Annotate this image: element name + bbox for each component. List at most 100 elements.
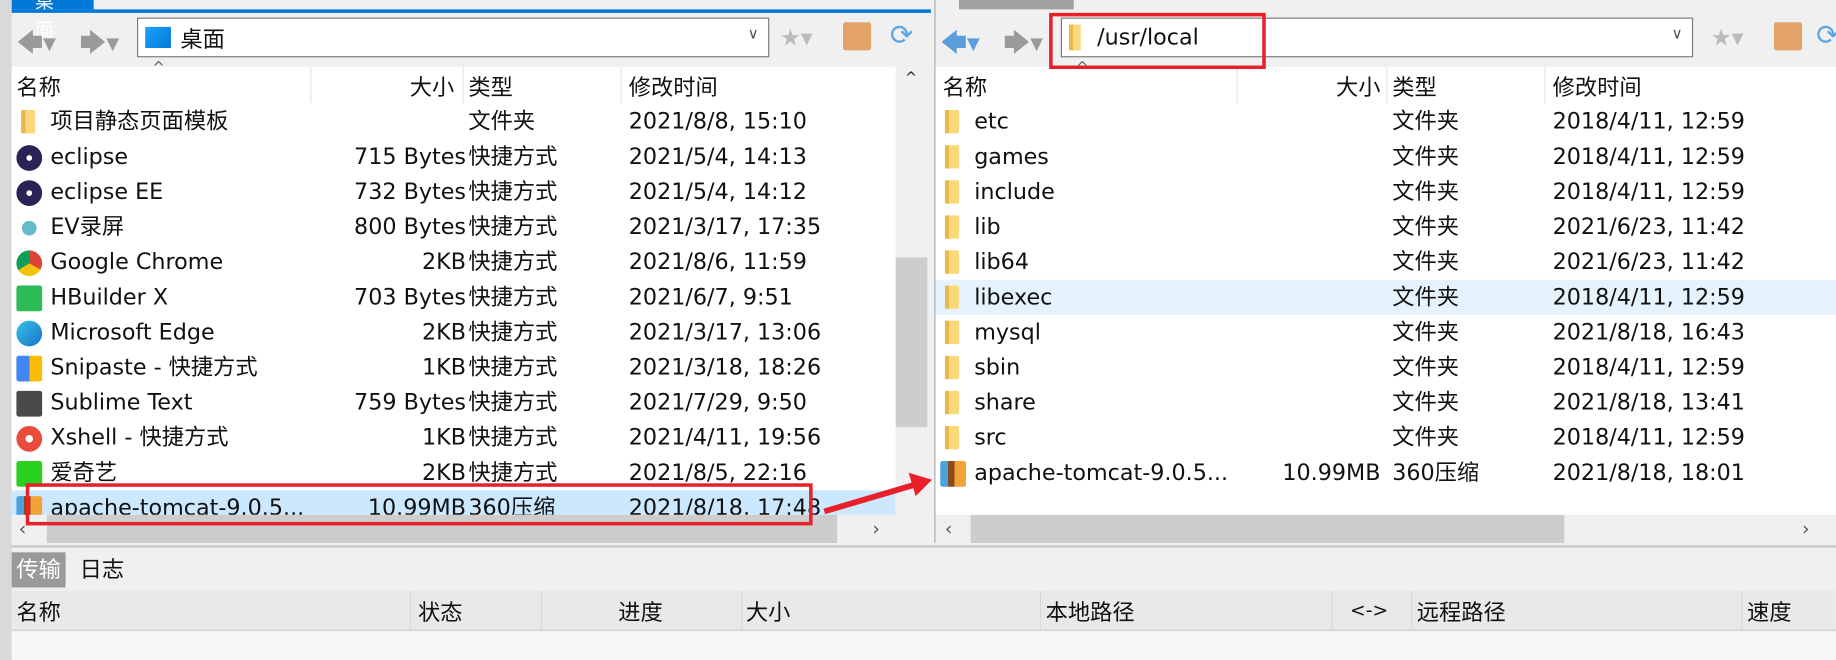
vertical-scrollbar[interactable]: ^ — [895, 66, 928, 515]
file-modified: 2021/6/23, 11:42 — [1552, 214, 1745, 240]
archive-icon — [940, 461, 966, 487]
file-row[interactable]: src 文件夹 2018/4/11, 12:59 — [936, 420, 1836, 455]
sftp-client-window: 桌面 🡄▾ 🡆▾ 桌面 ∨ ★▾ ⟳ 名称 ^ 大小 类型 修改时间 项目静态页… — [0, 0, 1836, 660]
column-direction[interactable]: <-> — [1350, 599, 1388, 621]
file-size: 759 Bytes — [354, 389, 467, 416]
bookmark-star-icon[interactable]: ★▾ — [1711, 23, 1744, 51]
file-name: share — [974, 389, 1036, 416]
back-icon[interactable]: 🡄▾ — [940, 23, 980, 67]
chevron-down-icon[interactable]: ∨ — [1671, 26, 1682, 44]
file-row[interactable]: share 文件夹 2021/8/18, 13:41 — [936, 385, 1836, 420]
file-type: 文件夹 — [1392, 354, 1459, 381]
column-name[interactable]: 名称 — [16, 596, 61, 628]
file-type: 文件夹 — [468, 108, 536, 135]
file-row[interactable]: Xshell - 快捷方式 1KB 快捷方式 2021/4/11, 19:56 — [12, 420, 896, 455]
tab-local-desktop[interactable]: 桌面 — [11, 0, 94, 41]
tab-label: 传输 — [16, 557, 61, 583]
file-type: 快捷方式 — [468, 354, 558, 381]
folder-icon — [944, 145, 959, 169]
file-name: Xshell - 快捷方式 — [50, 424, 229, 451]
file-row[interactable]: EV录屏 800 Bytes 快捷方式 2021/3/17, 17:35 — [12, 209, 896, 244]
file-type: 快捷方式 — [468, 214, 558, 240]
file-row[interactable]: HBuilder X 703 Bytes 快捷方式 2021/6/7, 9:51 — [12, 280, 896, 315]
file-row[interactable]: include 文件夹 2018/4/11, 12:59 — [936, 174, 1836, 209]
file-row[interactable]: Snipaste - 快捷方式 1KB 快捷方式 2021/3/18, 18:26 — [12, 350, 896, 385]
column-size[interactable]: 大小 — [410, 70, 455, 102]
file-size: 732 Bytes — [354, 179, 467, 205]
file-row[interactable]: Microsoft Edge 2KB 快捷方式 2021/3/17, 13:06 — [12, 315, 896, 350]
file-row[interactable]: Google Chrome 2KB 快捷方式 2021/8/6, 11:59 — [12, 245, 896, 280]
tab-transfer[interactable]: 传输 — [11, 552, 66, 588]
column-local-path[interactable]: 本地路径 — [1046, 596, 1135, 628]
file-row[interactable]: libexec 文件夹 2018/4/11, 12:59 — [935, 279, 1836, 315]
folder-icon — [944, 425, 959, 450]
file-size: 2KB — [421, 249, 467, 275]
file-name: include — [974, 179, 1055, 205]
forward-icon[interactable]: 🡆▾ — [1003, 23, 1043, 67]
column-name[interactable]: 名称 — [16, 70, 61, 102]
file-row[interactable]: sbin 文件夹 2018/4/11, 12:59 — [936, 350, 1836, 385]
file-size: 10.99MB — [1282, 459, 1381, 486]
annotation-box-remote-path — [1049, 12, 1266, 70]
local-path-input[interactable]: 桌面 ∨ — [136, 17, 770, 58]
column-name[interactable]: 名称 — [943, 70, 988, 102]
splitter[interactable] — [11, 545, 1836, 548]
file-type: 文件夹 — [1392, 214, 1459, 240]
file-row[interactable]: lib 文件夹 2021/6/23, 11:42 — [936, 209, 1836, 244]
file-name: HBuilder X — [50, 284, 169, 311]
scroll-right-icon[interactable]: › — [1802, 515, 1810, 543]
column-status[interactable]: 状态 — [418, 596, 463, 628]
chevron-down-icon[interactable]: ∨ — [748, 26, 759, 44]
scrollbar-thumb[interactable] — [895, 257, 928, 428]
column-size[interactable]: 大小 — [1336, 70, 1381, 102]
chrome-icon — [16, 250, 43, 277]
background-edge — [0, 0, 12, 660]
file-type: 文件夹 — [1392, 319, 1459, 346]
transfer-list-header: 名称 状态 进度 大小 本地路径 <-> 远程路径 速度 — [11, 590, 1836, 631]
file-row[interactable]: mysql 文件夹 2021/8/18, 16:43 — [936, 315, 1836, 350]
file-size: 1KB — [421, 354, 467, 381]
column-type[interactable]: 类型 — [1392, 70, 1437, 102]
file-type: 快捷方式 — [468, 179, 558, 205]
bookmark-star-icon[interactable]: ★▾ — [780, 23, 813, 51]
tab-remote[interactable] — [958, 0, 1074, 10]
tab-log[interactable]: 日志 — [75, 552, 129, 587]
column-remote-path[interactable]: 远程路径 — [1417, 596, 1506, 628]
column-size[interactable]: 大小 — [746, 596, 791, 628]
snipaste-icon — [16, 355, 43, 382]
file-row[interactable]: lib64 文件夹 2021/6/23, 11:42 — [936, 245, 1836, 280]
file-row[interactable]: Sublime Text 759 Bytes 快捷方式 2021/7/29, 9:50 — [12, 385, 896, 420]
scroll-up-icon[interactable]: ^ — [905, 69, 917, 85]
file-modified: 2021/8/18, 18:01 — [1552, 459, 1745, 486]
file-name: eclipse — [50, 143, 129, 170]
file-row[interactable]: eclipse EE 732 Bytes 快捷方式 2021/5/4, 14:12 — [12, 174, 896, 209]
file-row[interactable]: etc 文件夹 2018/4/11, 12:59 — [936, 104, 1836, 139]
home-folder-icon[interactable] — [843, 22, 872, 51]
file-type: 文件夹 — [1392, 249, 1459, 275]
ev-icon — [16, 215, 43, 242]
column-modified[interactable]: 修改时间 — [629, 70, 718, 102]
column-modified[interactable]: 修改时间 — [1553, 70, 1642, 102]
file-modified: 2021/6/7, 9:51 — [628, 284, 793, 311]
refresh-icon[interactable]: ⟳ — [1816, 19, 1836, 52]
forward-icon[interactable]: 🡆▾ — [80, 23, 120, 67]
back-icon[interactable]: 🡄▾ — [16, 23, 56, 67]
column-progress[interactable]: 进度 — [618, 596, 663, 628]
file-modified: 2021/8/18, 13:41 — [1552, 389, 1745, 416]
scrollbar-thumb[interactable] — [970, 514, 1565, 543]
refresh-icon[interactable]: ⟳ — [890, 19, 914, 52]
column-type[interactable]: 类型 — [468, 70, 513, 102]
file-name: lib64 — [974, 249, 1029, 275]
file-type: 快捷方式 — [468, 424, 558, 451]
file-type: 文件夹 — [1392, 179, 1459, 205]
edge-icon — [16, 320, 43, 347]
scroll-left-icon[interactable]: ‹ — [945, 515, 953, 543]
column-speed[interactable]: 速度 — [1747, 596, 1792, 628]
home-folder-icon[interactable] — [1773, 22, 1803, 51]
file-row[interactable]: 项目静态页面模板 文件夹 2021/8/8, 15:10 — [12, 104, 896, 139]
file-row[interactable]: games 文件夹 2018/4/11, 12:59 — [936, 139, 1836, 174]
file-modified: 2021/8/18, 16:43 — [1552, 319, 1745, 346]
file-row[interactable]: apache-tomcat-9.0.5... 10.99MB 360压缩 2021/8… — [936, 455, 1836, 490]
file-row[interactable]: eclipse 715 Bytes 快捷方式 2021/5/4, 14:13 — [12, 139, 896, 174]
horizontal-scrollbar[interactable]: ‹ › — [935, 514, 1836, 543]
